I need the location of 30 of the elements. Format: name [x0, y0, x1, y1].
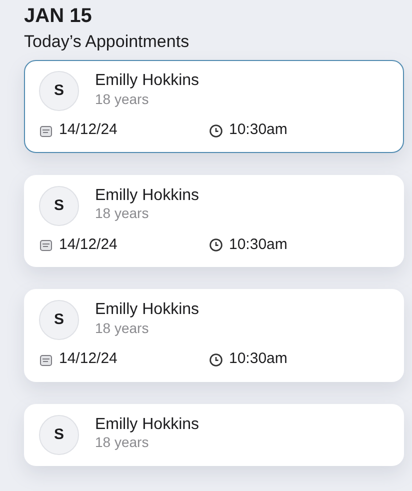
appointment-card[interactable]: S Emilly Hokkins 18 years 14/12/24 10:30am: [24, 174, 404, 268]
date-heading: JAN 15: [24, 4, 93, 28]
patient-age: 18 years: [95, 205, 150, 222]
patient-age: 18 years: [95, 320, 150, 336]
clock-icon: [209, 124, 223, 138]
avatar-initial: S: [39, 300, 79, 340]
calendar-icon: [39, 352, 53, 367]
clock-icon: [209, 352, 223, 367]
appointment-time: 10:30am: [229, 120, 288, 140]
appointment-card[interactable]: S Emilly Hokkins 18 years: [24, 404, 404, 466]
appointment-date: 14/12/24: [59, 120, 118, 140]
clock-icon: [209, 238, 223, 252]
appointment-date: 14/12/24: [59, 234, 118, 255]
calendar-icon: [39, 124, 53, 138]
appointment-card[interactable]: S Emilly Hokkins 18 years 14/12/24 10:30am: [24, 289, 404, 382]
patient-age: 18 years: [95, 434, 150, 451]
patient-name: Emilly Hokkins: [95, 414, 200, 434]
avatar-initial: S: [39, 186, 79, 226]
avatar-initial: S: [39, 414, 79, 455]
appointment-time: 10:30am: [229, 349, 288, 370]
appointment-time: 10:30am: [229, 234, 288, 255]
patient-age: 18 years: [95, 90, 150, 108]
patient-name: Emilly Hokkins: [95, 300, 200, 320]
avatar-initial: S: [39, 71, 79, 112]
patient-name: Emilly Hokkins: [95, 186, 200, 206]
appointment-date: 14/12/24: [59, 349, 118, 370]
patient-name: Emilly Hokkins: [95, 71, 200, 91]
appointment-card[interactable]: S Emilly Hokkins 18 years 14/12/24 10:30am: [24, 60, 404, 153]
calendar-icon: [39, 238, 53, 252]
section-title: Today’s Appointments: [24, 32, 190, 52]
